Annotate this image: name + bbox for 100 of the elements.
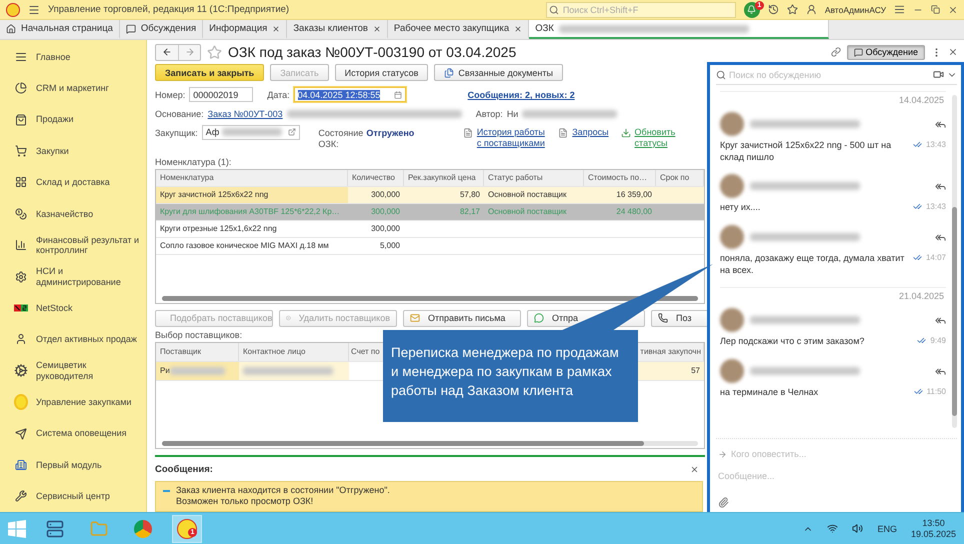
action-link[interactable]: Обновить статусы <box>634 126 699 148</box>
bag-icon[interactable] <box>15 114 27 126</box>
wrench-icon[interactable] <box>15 490 27 502</box>
sidebar-item[interactable]: Сервисный центр <box>0 480 146 512</box>
column-header[interactable]: тивная закупочн <box>638 342 704 361</box>
search-field[interactable]: Поиск по обсуждению <box>729 70 930 80</box>
user-icon[interactable] <box>806 4 817 15</box>
table-row[interactable]: Сопло газовое коническое MIG MAXI д.18 мм 5,000 <box>156 238 704 255</box>
sidebar-item[interactable]: Казначейство <box>0 198 146 230</box>
close-icon[interactable] <box>690 465 699 474</box>
column-header[interactable]: Срок по <box>656 170 704 186</box>
sidebar-item[interactable]: Семицветик руководителя <box>0 355 146 386</box>
reply-all-icon[interactable] <box>935 118 946 130</box>
table-row[interactable]: Круги отрезные 125х1,6х22 nng 300,000 <box>156 220 704 238</box>
sidebar-item[interactable]: Склад и доставка <box>0 166 146 198</box>
link-icon[interactable] <box>830 47 841 57</box>
sidebar-item[interactable]: Продажи <box>0 104 146 136</box>
sidebar-item[interactable]: Отдел активных продаж <box>0 324 146 356</box>
column-header[interactable]: Поставщик <box>156 342 239 361</box>
open-icon[interactable] <box>288 128 296 136</box>
gear-icon[interactable] <box>15 270 27 283</box>
column-header[interactable]: Номенклатура <box>156 170 348 186</box>
action-link[interactable]: История работы с поставщиками <box>476 126 546 148</box>
grid-icon[interactable] <box>15 176 27 188</box>
close-icon[interactable] <box>372 24 381 32</box>
scrollbar-thumb[interactable] <box>952 207 957 416</box>
sidebar-item[interactable]: Главное <box>0 41 146 72</box>
close-icon[interactable] <box>948 4 958 14</box>
close-icon[interactable] <box>272 24 280 32</box>
double-check-icon <box>912 253 922 262</box>
menu-icon[interactable] <box>28 4 40 16</box>
sidebar-item[interactable]: Закупки <box>0 135 146 167</box>
close-icon[interactable] <box>514 24 522 32</box>
building-icon[interactable] <box>15 458 27 471</box>
sidebar-item[interactable]: NetStock <box>0 292 146 324</box>
sidebar-item[interactable]: НСИ и администрирование <box>0 260 146 292</box>
reply-all-icon[interactable] <box>935 180 946 192</box>
pie-chart-icon[interactable] <box>15 82 27 94</box>
person-icon[interactable] <box>15 333 27 346</box>
column-header[interactable]: Рек.закупкой цена <box>404 170 484 186</box>
scrollbar-thumb[interactable] <box>162 441 644 446</box>
field-label: Основание: <box>155 109 204 120</box>
action-link[interactable]: Запросы <box>572 126 609 138</box>
coins-icon[interactable] <box>15 208 27 220</box>
sidebar-item[interactable]: CRM и маркетинг <box>0 72 146 104</box>
bar-chart-icon[interactable] <box>15 239 27 252</box>
reply-all-icon[interactable] <box>935 232 946 243</box>
user-name[interactable]: АвтоАдминАСУ <box>824 4 886 14</box>
restore-icon[interactable] <box>931 5 940 14</box>
list-icon[interactable] <box>15 50 27 63</box>
language-indicator[interactable]: ENG <box>877 524 897 534</box>
video-icon[interactable] <box>933 69 944 80</box>
toolbar-button[interactable]: История статусов <box>334 64 428 81</box>
messages-link[interactable]: Сообщения: 2, новых: 2 <box>468 90 575 100</box>
sidebar-item[interactable]: Финансовый результат и контроллинг <box>0 229 146 261</box>
star-icon[interactable] <box>207 44 222 60</box>
paperclip-icon[interactable] <box>718 497 729 508</box>
discussion-button[interactable]: Обсуждение <box>846 44 925 60</box>
tab[interactable]: ОЗК <box>529 20 830 39</box>
column-header[interactable]: Количество <box>348 170 404 186</box>
logo-icon[interactable] <box>14 302 28 313</box>
avatar <box>720 359 744 384</box>
message-field[interactable]: Сообщение... <box>718 471 955 481</box>
basis-link[interactable]: Заказ №00УТ-003 <box>208 109 283 120</box>
action-button[interactable]: Отправить письма <box>403 310 521 327</box>
column-header[interactable]: Стоимость по… <box>584 170 656 186</box>
history-icon[interactable] <box>768 4 779 15</box>
sidebar-item[interactable]: Первый модуль <box>0 449 146 481</box>
input-field[interactable]: Аф <box>202 124 300 140</box>
chat-icon <box>854 48 863 56</box>
input-field[interactable]: 000002019 <box>189 87 254 102</box>
date-field[interactable]: 04.04.2025 12:58:55 <box>294 87 406 102</box>
toolbar-button[interactable]: Записать и закрыть <box>155 64 264 81</box>
double-check-icon <box>914 387 923 396</box>
speaker-icon[interactable] <box>852 523 864 534</box>
column-header[interactable]: Статус работы <box>484 170 584 186</box>
scrollbar-thumb[interactable] <box>162 296 698 301</box>
sidebar-item[interactable]: Система оповещения <box>0 418 146 450</box>
network-icon[interactable] <box>827 523 838 534</box>
recipients-field[interactable]: Кого оповестить... <box>731 449 848 459</box>
reply-all-icon[interactable] <box>935 366 946 377</box>
close-icon[interactable] <box>948 47 958 57</box>
settings-icon[interactable] <box>894 4 905 15</box>
reply-all-icon[interactable] <box>935 314 946 326</box>
cart-icon[interactable] <box>15 144 27 157</box>
search-field[interactable]: Поиск Ctrl+Shift+F <box>546 2 736 18</box>
paper-plane-icon[interactable] <box>15 428 27 440</box>
toolbar-button[interactable]: Связанные документы <box>434 64 563 81</box>
table-cell-text: 57,80 <box>458 189 481 202</box>
state-value: Отгружено <box>366 128 414 138</box>
column-header[interactable]: Контактное лицо <box>239 342 349 361</box>
column-header[interactable]: Счет по <box>349 342 384 361</box>
table-cell[interactable]: Ри <box>156 362 239 380</box>
star-icon[interactable] <box>786 4 798 15</box>
clock[interactable]: 13:50 19.05.2025 <box>910 518 956 540</box>
action-button[interactable]: Поз <box>651 310 707 327</box>
sidebar-item[interactable]: Управление закупками <box>0 386 146 418</box>
gear-icon[interactable] <box>14 363 28 378</box>
table-row[interactable]: Круг зачистной 125х6х22 nng 300,000 57,80 Основной поставщик 16 359,00 <box>156 186 704 204</box>
remove-icon <box>286 313 291 324</box>
